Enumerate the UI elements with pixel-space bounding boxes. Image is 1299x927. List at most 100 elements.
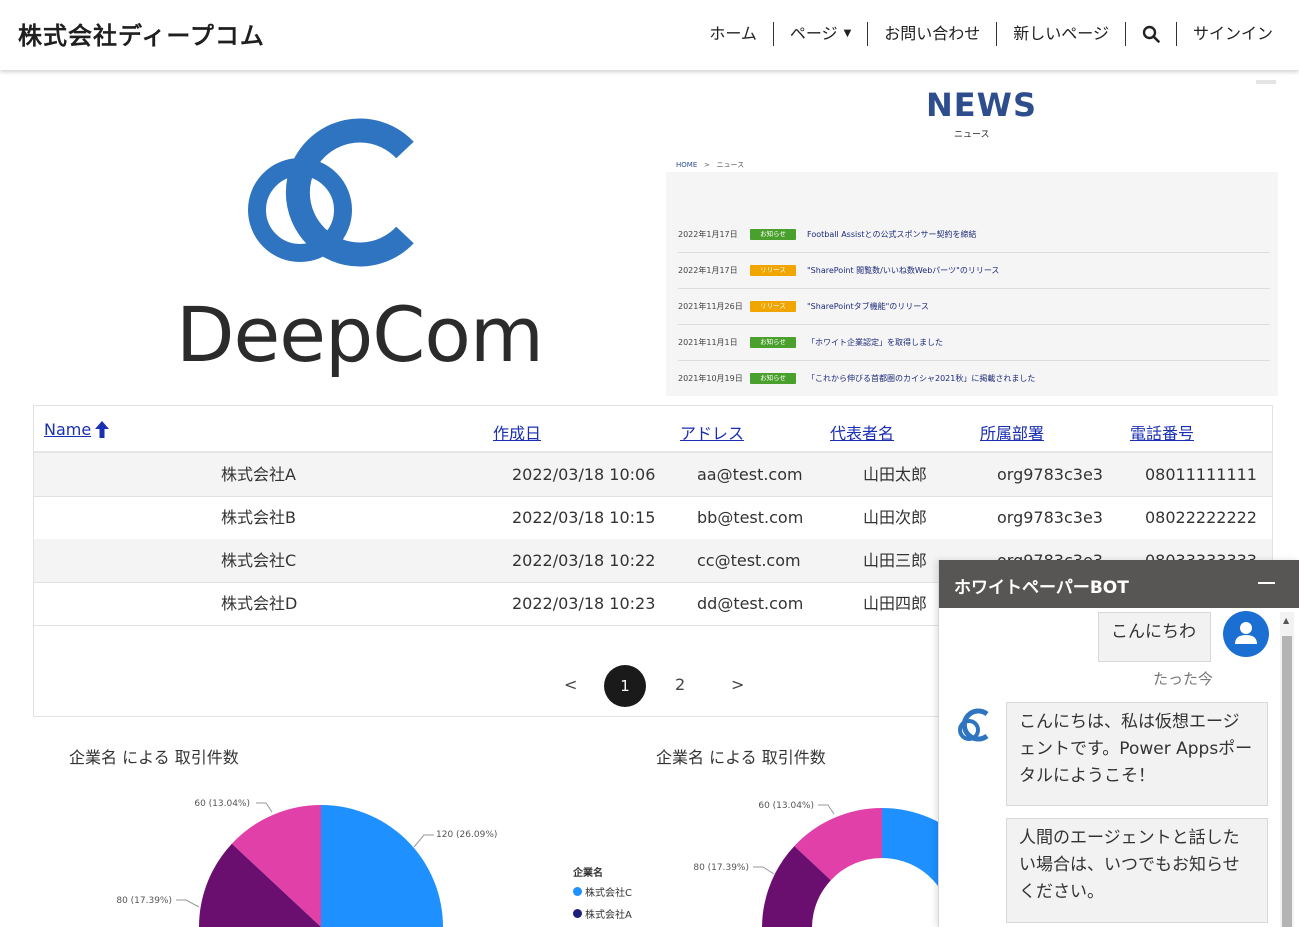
chart-title: 企業名 による 取引件数 [69, 748, 239, 767]
cell-name: 株式会社A [221, 465, 296, 484]
minimize-icon[interactable] [1258, 582, 1275, 584]
column-header-representative[interactable]: 代表者名 [830, 420, 894, 444]
main-nav: ホーム ページ ▼ お問い合わせ 新しいページ サインイン [693, 22, 1289, 46]
nav-label: 新しいページ [1013, 24, 1109, 43]
scroll-up-icon[interactable]: ▲ [1283, 616, 1289, 625]
column-label: 所属部署 [980, 424, 1045, 443]
nav-sign-in[interactable]: サインイン [1175, 22, 1289, 46]
news-date: 2021年11月26日 [678, 301, 743, 311]
news-item[interactable]: 2022年1月17日 リリース "SharePoint 閲覧数/いいね数Webパ… [678, 252, 1270, 289]
nav-label: サインイン [1192, 24, 1273, 43]
bot-message: こんにちは、私は仮想エージェントです。Power Appsポータルにようこそ！ [1006, 702, 1268, 806]
cell-created: 2022/03/18 10:15 [512, 508, 656, 527]
column-label: 電話番号 [1130, 424, 1195, 443]
chatbot-title: ホワイトペーパーBOT [954, 578, 1129, 598]
cell-phone: 08011111111 [1145, 465, 1257, 484]
nav-label: お問い合わせ [884, 24, 981, 43]
nav-home[interactable]: ホーム [693, 22, 773, 46]
news-tag: お知らせ [750, 372, 796, 384]
news-item[interactable]: 2021年10月19日 お知らせ 「これから伸びる首都圏のカイシャ2021秋」に… [678, 360, 1270, 396]
news-tag: リリース [750, 300, 796, 312]
label-leader-line [413, 834, 434, 848]
cell-representative: 山田太郎 [863, 465, 928, 484]
nav-pages-dropdown[interactable]: ページ ▼ [772, 22, 867, 46]
scroll-indicator [1256, 80, 1276, 84]
cell-address: dd@test.com [697, 594, 804, 613]
news-date: 2021年11月1日 [678, 337, 738, 347]
user-message: こんにちわ [1098, 612, 1211, 662]
label-leader-line [176, 899, 200, 908]
column-label: Name [44, 420, 92, 439]
nav-new-page[interactable]: 新しいページ [996, 22, 1125, 46]
column-header-created[interactable]: 作成日 [493, 420, 541, 444]
cell-department: org9783c3e3 [997, 465, 1103, 484]
cell-created: 2022/03/18 10:23 [512, 594, 656, 613]
news-tag: お知らせ [750, 336, 796, 348]
bot-message: 人間のエージェントと話したい場合は、いつでもお知らせください。 [1006, 818, 1268, 923]
chatbot-panel: ホワイトペーパーBOT ▲ こんにちわ たった今 こんにちは、私は仮想エージェン… [938, 560, 1299, 927]
chatbot-header: ホワイトペーパーBOT [939, 560, 1299, 608]
news-link[interactable]: Football Assistとの公式スポンサー契約を締結 [807, 229, 976, 240]
label-leader-line [818, 804, 835, 815]
news-link[interactable]: 「これから伸びる首都圏のカイシャ2021秋」に掲載されました [807, 373, 1035, 384]
cell-address: bb@test.com [697, 508, 804, 527]
table-row[interactable]: 株式会社A 2022/03/18 10:06 aa@test.com 山田太郎 … [34, 453, 1272, 497]
legend-swatch [573, 887, 582, 896]
deepcom-rings-icon [248, 118, 414, 267]
cell-address: cc@test.com [697, 551, 801, 570]
news-item[interactable]: 2021年11月1日 お知らせ 「ホワイト企業認定」を取得しました [678, 324, 1270, 361]
cell-representative: 山田次郎 [863, 508, 928, 527]
column-header-phone[interactable]: 電話番号 [1130, 420, 1194, 444]
user-avatar [1223, 611, 1269, 657]
scrollbar-thumb[interactable] [1282, 636, 1292, 927]
news-link[interactable]: "SharePointタブ機能"のリリース [807, 301, 929, 312]
breadcrumb-current: ニュース [716, 161, 745, 169]
breadcrumb-separator: > [703, 161, 710, 169]
pager-next-button[interactable]: > [731, 675, 744, 694]
data-label: 120 (26.09%) [436, 830, 497, 840]
news-date: 2022年1月17日 [678, 229, 738, 239]
legend-label: 株式会社A [585, 910, 632, 921]
donut-slice[interactable] [882, 808, 940, 927]
arrow-up-icon [95, 421, 110, 438]
label-leader-line [256, 802, 273, 813]
column-header-name[interactable]: Name [44, 420, 110, 439]
news-item[interactable]: 2021年11月26日 リリース "SharePointタブ機能"のリリース [678, 288, 1270, 325]
nav-contact[interactable]: お問い合わせ [867, 22, 996, 46]
nav-label: ページ [789, 24, 838, 43]
search-button[interactable] [1124, 22, 1176, 46]
legend-item[interactable]: 株式会社C [573, 884, 632, 899]
legend-swatch [573, 909, 582, 918]
chat-scrollbar[interactable]: ▲ [1280, 612, 1294, 927]
column-header-department[interactable]: 所属部署 [980, 420, 1044, 444]
breadcrumb: HOME > ニュース [676, 160, 744, 170]
cell-name: 株式会社C [221, 551, 297, 570]
legend-label: 株式会社C [585, 888, 632, 899]
message-timestamp: たった今 [1153, 670, 1214, 688]
cell-created: 2022/03/18 10:22 [512, 551, 656, 570]
news-item[interactable]: 2022年1月17日 お知らせ Football Assistとの公式スポンサー… [678, 216, 1270, 253]
donut-chart: 60 (13.04%) 80 (17.39%) [693, 801, 940, 927]
label-leader-line [753, 866, 775, 875]
cell-representative: 山田四郎 [863, 594, 928, 613]
news-list: 2022年1月17日 お知らせ Football Assistとの公式スポンサー… [666, 172, 1278, 396]
logo-wordmark: DeepCom [176, 290, 544, 379]
pager-page-2[interactable]: 2 [675, 675, 685, 694]
news-link[interactable]: 「ホワイト企業認定」を取得しました [807, 337, 943, 348]
legend-item[interactable]: 株式会社A [573, 906, 632, 921]
data-label: 60 (13.04%) [758, 801, 814, 811]
brand-title[interactable]: 株式会社ディープコム [18, 16, 265, 51]
table-row[interactable]: 株式会社B 2022/03/18 10:15 bb@test.com 山田次郎 … [34, 496, 1272, 540]
legend-title: 企業名 [573, 868, 603, 879]
search-icon [1142, 25, 1160, 43]
pie-slice[interactable] [321, 805, 443, 927]
news-heading: NEWS [926, 86, 1037, 124]
pager-prev-button[interactable]: < [564, 675, 577, 694]
cell-phone: 08022222222 [1145, 508, 1257, 527]
column-header-address[interactable]: アドレス [680, 420, 744, 444]
breadcrumb-home[interactable]: HOME [676, 161, 697, 169]
news-tag: リリース [750, 264, 796, 276]
pager-page-current[interactable]: 1 [604, 665, 646, 707]
news-link[interactable]: "SharePoint 閲覧数/いいね数Webパーツ"のリリース [807, 265, 999, 276]
cell-department: org9783c3e3 [997, 508, 1103, 527]
